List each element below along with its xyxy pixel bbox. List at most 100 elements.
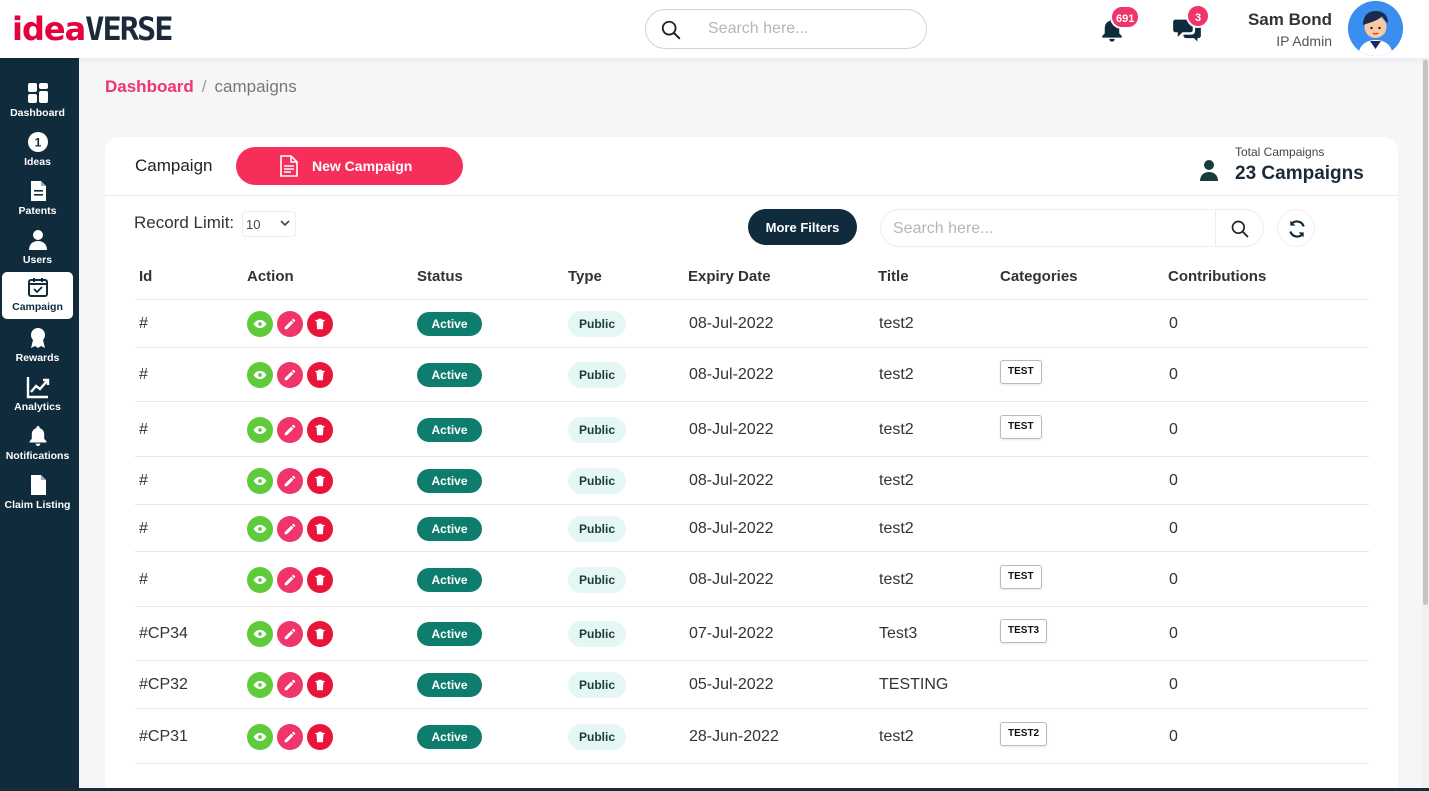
edit-button[interactable] — [277, 621, 303, 647]
column-header-title[interactable]: Title — [878, 268, 909, 285]
view-button[interactable] — [247, 417, 273, 443]
row-contributions: 0 — [1169, 315, 1178, 332]
sidebar-item-label: Patents — [18, 205, 57, 217]
delete-button[interactable] — [307, 516, 333, 542]
category-tag: TEST3 — [1000, 619, 1048, 643]
view-button[interactable] — [247, 468, 273, 494]
ideas-icon: 1 — [27, 132, 48, 152]
row-contributions: 0 — [1169, 571, 1178, 588]
sidebar-item-label: Analytics — [14, 401, 61, 413]
edit-button[interactable] — [277, 724, 303, 750]
record-limit-select[interactable]: 10 — [242, 211, 296, 237]
row-contributions: 0 — [1169, 472, 1178, 489]
search-icon[interactable] — [660, 19, 682, 41]
campaigns-card: Campaign New Campaign Total Campaigns 23… — [105, 137, 1398, 791]
sidebar-item-ideas[interactable]: 1 Ideas — [2, 127, 73, 174]
edit-button[interactable] — [277, 567, 303, 593]
status-badge: Active — [417, 312, 482, 336]
table-search-button[interactable] — [1215, 210, 1263, 246]
delete-button[interactable] — [307, 417, 333, 443]
sidebar-item-rewards[interactable]: Rewards — [2, 323, 73, 370]
refresh-button[interactable] — [1277, 209, 1315, 247]
row-id[interactable]: #CP31 — [139, 728, 188, 746]
edit-button[interactable] — [277, 672, 303, 698]
view-button[interactable] — [247, 311, 273, 337]
sidebar-item-campaign[interactable]: Campaign — [2, 272, 73, 319]
record-limit-value: 10 — [246, 217, 261, 232]
category-tag: TEST2 — [1000, 722, 1048, 746]
row-id[interactable]: # — [139, 315, 148, 333]
row-id[interactable]: #CP32 — [139, 676, 188, 694]
edit-button[interactable] — [277, 417, 303, 443]
global-search-input[interactable] — [708, 18, 908, 40]
user-role: IP Admin — [1276, 33, 1332, 49]
row-id[interactable]: # — [139, 520, 148, 538]
row-expiry-date: 08-Jul-2022 — [689, 421, 774, 438]
table-row: # Active Public 08-Jul-2022 test2 0 — [135, 300, 1369, 348]
table-row: # Active Public 08-Jul-2022 test2 0 — [135, 457, 1369, 505]
sidebar-item-dashboard[interactable]: Dashboard — [2, 78, 73, 125]
column-header-type[interactable]: Type — [568, 268, 602, 285]
edit-button[interactable] — [277, 516, 303, 542]
view-button[interactable] — [247, 672, 273, 698]
record-limit-label: Record Limit: — [134, 213, 235, 232]
row-expiry-date: 28-Jun-2022 — [689, 728, 779, 745]
notifications-icon — [29, 426, 46, 446]
row-id[interactable]: # — [139, 472, 148, 490]
row-expiry-date: 08-Jul-2022 — [689, 366, 774, 383]
sidebar-item-analytics[interactable]: Analytics — [2, 372, 73, 419]
row-id[interactable]: # — [139, 366, 148, 384]
view-button[interactable] — [247, 621, 273, 647]
total-campaigns-value: 23 Campaigns — [1235, 163, 1364, 184]
sidebar-item-notifications[interactable]: Notifications — [2, 421, 73, 468]
row-expiry-date: 08-Jul-2022 — [689, 571, 774, 588]
row-id[interactable]: #CP34 — [139, 625, 188, 643]
row-id[interactable]: # — [139, 421, 148, 439]
row-contributions: 0 — [1169, 366, 1178, 383]
logo-text-idea: idea — [12, 10, 86, 48]
delete-button[interactable] — [307, 468, 333, 494]
sidebar-item-claim-listing[interactable]: Claim Listing — [2, 470, 73, 517]
new-campaign-button[interactable]: New Campaign — [236, 147, 463, 185]
type-badge: Public — [568, 516, 626, 542]
column-header-contributions[interactable]: Contributions — [1168, 268, 1266, 285]
row-id[interactable]: # — [139, 571, 148, 589]
view-button[interactable] — [247, 567, 273, 593]
view-button[interactable] — [247, 516, 273, 542]
delete-button[interactable] — [307, 724, 333, 750]
delete-button[interactable] — [307, 621, 333, 647]
table-search-input[interactable] — [893, 219, 1203, 239]
type-badge: Public — [568, 672, 626, 698]
delete-button[interactable] — [307, 567, 333, 593]
column-header-id[interactable]: Id — [139, 268, 152, 285]
delete-button[interactable] — [307, 672, 333, 698]
delete-button[interactable] — [307, 311, 333, 337]
edit-button[interactable] — [277, 362, 303, 388]
ideaverse-logo[interactable]: ideaVERSE — [12, 10, 174, 48]
table-search — [880, 209, 1264, 247]
status-badge: Active — [417, 418, 482, 442]
user-avatar[interactable] — [1348, 1, 1403, 56]
scrollbar-thumb[interactable] — [1423, 60, 1428, 605]
sidebar-item-users[interactable]: Users — [2, 225, 73, 272]
type-badge: Public — [568, 362, 626, 388]
table-row: #CP31 Active Public 28-Jun-2022 test2 TEST2 0 — [135, 709, 1369, 764]
column-header-categories[interactable]: Categories — [1000, 268, 1078, 285]
view-button[interactable] — [247, 724, 273, 750]
row-contributions: 0 — [1169, 676, 1178, 693]
rewards-icon — [30, 328, 45, 348]
row-title: test2 — [879, 571, 914, 588]
more-filters-button[interactable]: More Filters — [748, 209, 857, 245]
sidebar-item-patents[interactable]: Patents — [2, 176, 73, 223]
table-row: # Active Public 08-Jul-2022 test2 TEST 0 — [135, 552, 1369, 607]
edit-button[interactable] — [277, 468, 303, 494]
breadcrumb-dashboard-link[interactable]: Dashboard — [105, 77, 194, 96]
edit-button[interactable] — [277, 311, 303, 337]
page-scrollbar[interactable] — [1422, 58, 1429, 791]
column-header-expiry-date[interactable]: Expiry Date — [688, 268, 771, 285]
column-header-status[interactable]: Status — [417, 268, 463, 285]
view-button[interactable] — [247, 362, 273, 388]
delete-button[interactable] — [307, 362, 333, 388]
user-name[interactable]: Sam Bond — [1248, 10, 1332, 30]
sidebar-item-label: Dashboard — [10, 107, 65, 119]
